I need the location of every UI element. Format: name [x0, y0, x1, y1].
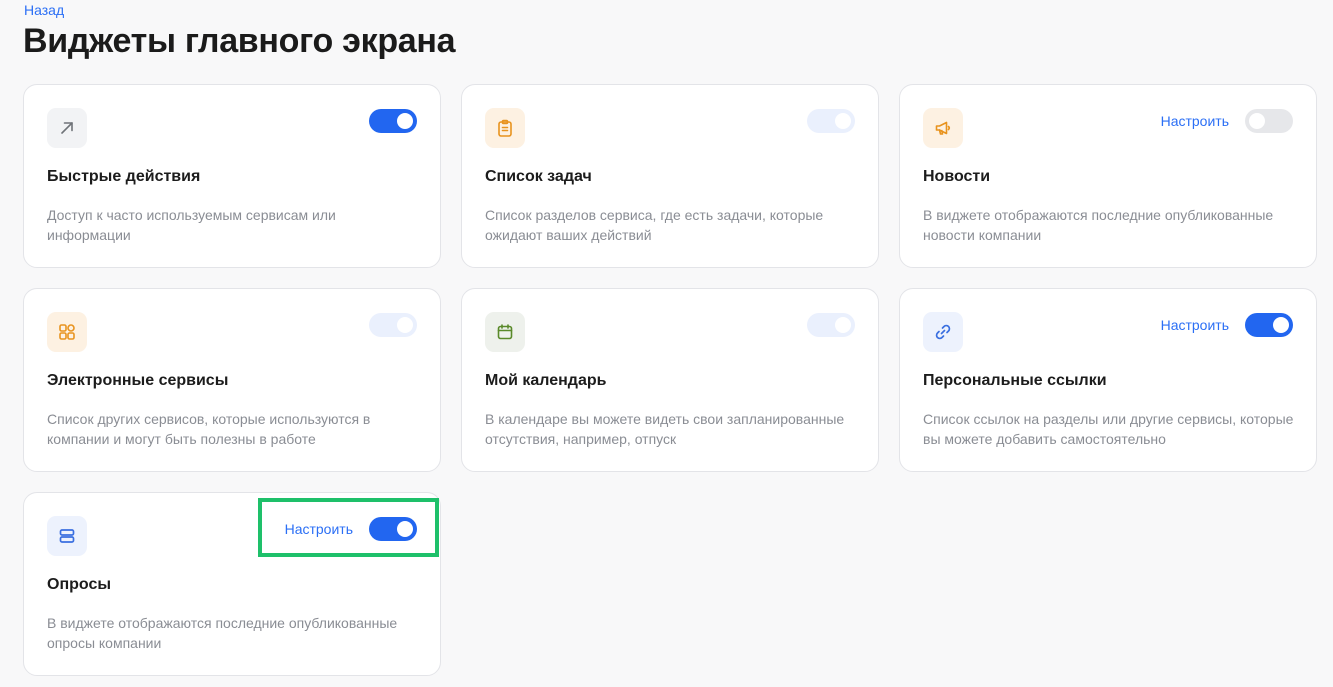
widget-title: Опросы: [47, 576, 112, 593]
widget-description: В календаре вы можете видеть свои заплан…: [485, 411, 845, 447]
widget-controls: [807, 312, 855, 338]
widget-card-personal-links: Настроить Персональные ссылки Список ссы…: [899, 288, 1317, 472]
widget-toggle[interactable]: [1245, 109, 1293, 133]
widget-controls: [807, 108, 855, 134]
widget-toggle[interactable]: [1245, 313, 1293, 337]
widget-description: Список разделов сервиса, где есть задачи…: [485, 207, 824, 243]
widget-title: Новости: [923, 168, 991, 185]
widget-toggle[interactable]: [807, 109, 855, 133]
widget-toggle[interactable]: [369, 109, 417, 133]
configure-link[interactable]: Настроить: [1161, 317, 1229, 333]
widget-description: Доступ к часто используемым сервисам или…: [47, 207, 336, 243]
widget-title: Электронные сервисы: [47, 372, 229, 389]
widget-toggle[interactable]: [369, 313, 417, 337]
widget-card-news: Настроить Новости В виджете отображаются…: [899, 84, 1317, 268]
megaphone-icon: [923, 108, 963, 148]
widget-card-e-services: Электронные сервисы Список других сервис…: [23, 288, 441, 472]
widget-card-task-list: Список задач Список разделов сервиса, гд…: [461, 84, 879, 268]
widget-title: Мой календарь: [485, 372, 607, 389]
widget-description: Список ссылок на разделы или другие серв…: [923, 411, 1294, 447]
widget-title: Персональные ссылки: [923, 372, 1107, 389]
arrow-up-right-icon: [47, 108, 87, 148]
polls-icon: [47, 516, 87, 556]
widget-description: В виджете отображаются последние опублик…: [923, 207, 1274, 243]
calendar-icon: [485, 312, 525, 352]
widget-title: Быстрые действия: [47, 168, 201, 185]
clipboard-list-icon: [485, 108, 525, 148]
page-title: Виджеты главного экрана: [23, 22, 456, 60]
back-link[interactable]: Назад: [24, 2, 64, 18]
widget-toggle[interactable]: [807, 313, 855, 337]
widget-description: Список других сервисов, которые использу…: [47, 411, 371, 447]
highlight-frame: [258, 498, 439, 557]
link-icon: [923, 312, 963, 352]
widget-controls: Настроить: [1161, 108, 1293, 134]
widgets-grid: Быстрые действия Доступ к часто использу…: [23, 84, 1317, 684]
widget-controls: [369, 108, 417, 134]
widget-title: Список задач: [485, 168, 592, 185]
apps-grid-icon: [47, 312, 87, 352]
widget-description: В виджете отображаются последние опублик…: [47, 615, 398, 651]
configure-link[interactable]: Настроить: [1161, 113, 1229, 129]
widget-card-quick-actions: Быстрые действия Доступ к часто использу…: [23, 84, 441, 268]
widget-card-calendar: Мой календарь В календаре вы можете виде…: [461, 288, 879, 472]
widget-controls: [369, 312, 417, 338]
widget-controls: Настроить: [1161, 312, 1293, 338]
